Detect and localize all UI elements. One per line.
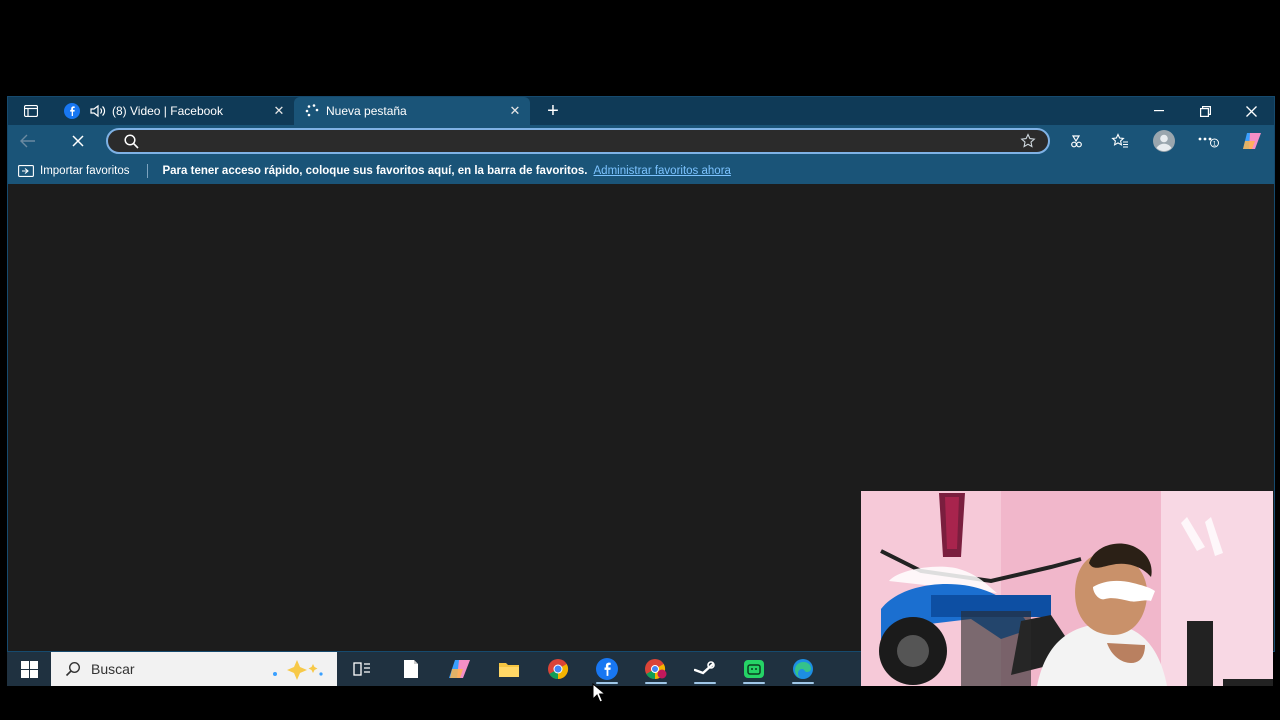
address-bar[interactable] — [106, 128, 1050, 154]
svg-text:1: 1 — [1213, 141, 1217, 148]
tab-new[interactable]: Nueva pestaña ✕ — [294, 97, 530, 125]
minimize-button[interactable] — [1136, 97, 1182, 125]
steam-icon[interactable] — [680, 652, 729, 686]
back-arrow-icon — [20, 134, 35, 148]
profile-button[interactable] — [1142, 125, 1186, 157]
webcam-overlay — [861, 491, 1273, 686]
close-tab-icon[interactable]: ✕ — [272, 104, 286, 118]
taskbar-search[interactable]: Buscar — [51, 652, 337, 686]
tab-facebook[interactable]: (8) Video | Facebook ✕ — [54, 97, 294, 125]
mouse-cursor-icon — [592, 682, 607, 708]
edge-icon[interactable] — [778, 652, 827, 686]
plus-icon: + — [547, 99, 559, 122]
favorites-list-icon — [1111, 133, 1128, 148]
tab-label: (8) Video | Facebook — [112, 104, 223, 118]
copilot-button[interactable] — [1230, 125, 1274, 157]
search-placeholder: Buscar — [91, 661, 135, 677]
manage-favorites-link[interactable]: Administrar favoritos ahora — [594, 165, 731, 177]
loading-icon — [304, 103, 320, 119]
copilot-icon[interactable] — [435, 652, 484, 686]
favorites-bar: Importar favoritos Para tener acceso ráp… — [8, 157, 1274, 184]
import-favorites-label: Importar favoritos — [40, 164, 130, 177]
speaker-icon[interactable] — [90, 103, 106, 119]
window-controls — [1136, 97, 1274, 125]
tab-label: Nueva pestaña — [326, 104, 407, 118]
webcam-feed — [861, 491, 1273, 686]
chrome-profile-icon[interactable] — [631, 652, 680, 686]
tab-bar: (8) Video | Facebook ✕ Nueva pestaña ✕ + — [8, 97, 1274, 125]
search-icon — [118, 130, 144, 152]
task-view-icon[interactable] — [337, 652, 386, 686]
start-button[interactable] — [7, 652, 51, 686]
taskbar: Buscar — [7, 652, 861, 686]
favorites-button[interactable] — [1098, 125, 1142, 157]
avatar-icon — [1153, 130, 1175, 152]
import-icon — [18, 164, 34, 178]
file-explorer-icon[interactable] — [484, 652, 533, 686]
import-favorites-button[interactable]: Importar favoritos — [18, 164, 129, 178]
facebook-icon[interactable] — [582, 652, 631, 686]
restore-button[interactable] — [1182, 97, 1228, 125]
tab-actions-button[interactable] — [8, 97, 54, 125]
close-tab-icon[interactable]: ✕ — [508, 104, 522, 118]
settings-more-button[interactable]: 1 — [1186, 125, 1230, 157]
favorite-star-icon[interactable] — [1014, 133, 1042, 149]
back-button[interactable] — [8, 125, 48, 157]
new-tab-button[interactable]: + — [538, 97, 568, 125]
facebook-icon — [64, 103, 80, 119]
more-icon: 1 — [1198, 137, 1219, 148]
favorites-message: Para tener acceso rápido, coloque sus fa… — [162, 164, 588, 177]
address-input[interactable] — [144, 131, 1014, 151]
screen: (8) Video | Facebook ✕ Nueva pestaña ✕ + — [0, 0, 1280, 720]
search-icon — [65, 661, 81, 677]
toolbar-actions: 1 — [1054, 125, 1274, 157]
tab-actions-icon — [24, 105, 38, 117]
navigation-toolbar: 1 — [8, 125, 1274, 157]
windows-icon — [20, 660, 38, 678]
sparkle-icon — [269, 658, 327, 683]
copilot-icon — [1243, 133, 1261, 149]
read-aloud-button[interactable] — [1054, 125, 1098, 157]
stop-loading-button[interactable] — [58, 125, 98, 157]
whatsapp-icon[interactable] — [729, 652, 778, 686]
close-window-button[interactable] — [1228, 97, 1274, 125]
close-icon — [72, 135, 84, 147]
divider — [147, 163, 149, 178]
chrome-icon[interactable] — [533, 652, 582, 686]
read-aloud-icon — [1071, 135, 1082, 148]
file-icon[interactable] — [386, 652, 435, 686]
